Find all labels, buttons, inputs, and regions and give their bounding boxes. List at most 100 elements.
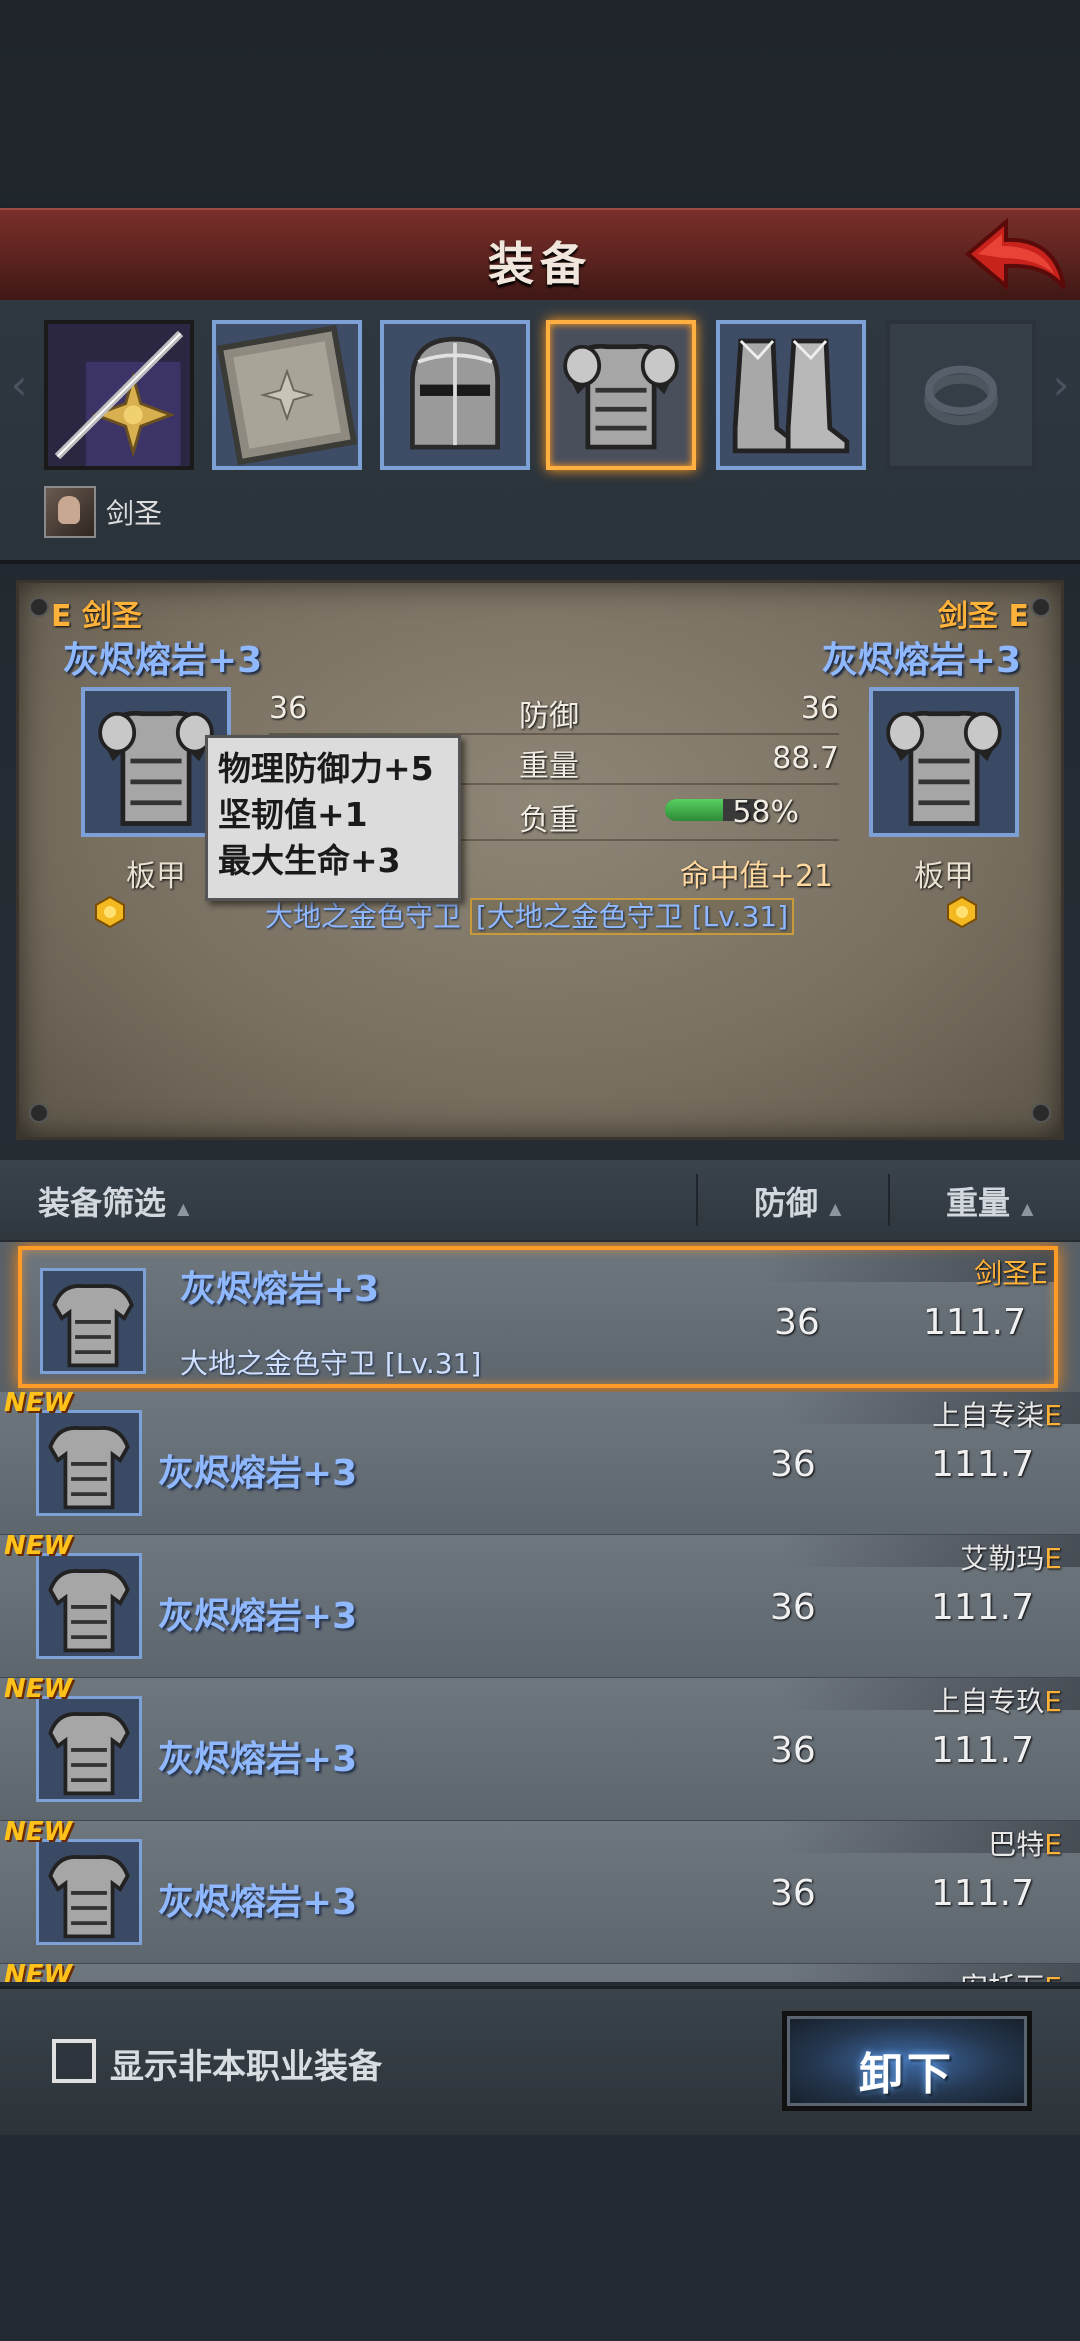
item-owner: 巴特E (988, 1823, 1062, 1863)
filter-button[interactable]: 装备筛选 ▲ (38, 1178, 189, 1224)
list-item[interactable]: 剑圣E 灰烬熔岩+3 大地之金色守卫 [Lv.31] 36 111.7 (18, 1246, 1058, 1388)
helmet-icon (410, 336, 500, 450)
item-name: 灰烬熔岩+3 (158, 1739, 358, 1780)
ring-slot[interactable] (886, 320, 1036, 470)
owner-grade: E (1044, 1971, 1062, 1982)
stat-right-value: 36 (800, 691, 839, 726)
owner-name: 剑圣 (974, 1257, 1031, 1290)
item-thumbnail (36, 1410, 142, 1516)
helmet-slot[interactable] (380, 320, 530, 470)
divider (888, 1174, 890, 1226)
item-defense: 36 (774, 1302, 820, 1343)
set-bonus-line: 大地之金色守卫 [大地之金色守卫 [Lv.31] (265, 895, 795, 935)
item-thumbnail (40, 1268, 146, 1374)
armor-slot[interactable] (546, 320, 696, 470)
plate-armor-icon (48, 1712, 130, 1796)
sort-defense-label: 防御 (754, 1184, 819, 1222)
item-name: 灰烬熔岩+3 (158, 1596, 358, 1637)
owner-name: 安托万 (960, 1971, 1044, 1982)
owner-grade: E (1044, 1685, 1062, 1718)
list-item[interactable]: 安托万E NEW (0, 1960, 1080, 1982)
class-name: 剑圣 (938, 599, 999, 634)
right-item-type: 板甲 (914, 859, 974, 894)
new-badge: NEW (4, 1674, 73, 1704)
new-badge: NEW (4, 1531, 73, 1561)
new-badge: NEW (4, 1388, 73, 1418)
rivet (1031, 597, 1051, 617)
list-item[interactable]: 巴特E NEW 灰烬熔岩+3 36 111.7 (0, 1817, 1080, 1965)
unequip-button[interactable]: 卸下 (782, 2011, 1032, 2111)
right-item-icon-box[interactable] (869, 687, 1019, 837)
back-button[interactable] (960, 214, 1070, 302)
item-thumbnail (36, 1553, 142, 1659)
item-name: 灰烬熔岩+3 (158, 1453, 358, 1494)
owner-grade: E (1030, 1257, 1048, 1290)
set-name: 大地之金色守卫 (265, 900, 462, 933)
item-thumbnail (36, 1839, 142, 1945)
owner-name: 艾勒玛 (960, 1542, 1045, 1575)
new-badge: NEW (4, 1817, 73, 1847)
owner-name: 上自专柒 (932, 1399, 1045, 1432)
plate-armor-icon (52, 1284, 134, 1368)
item-owner: 安托万E (960, 1966, 1062, 1982)
rivet (1031, 1103, 1051, 1123)
left-item-name: 灰烬熔岩+3 (63, 640, 263, 681)
right-class-label: 剑圣 E (938, 591, 1029, 635)
rivet (29, 1103, 49, 1123)
list-header: 装备筛选 ▲ 防御 ▲ 重量 ▲ (0, 1160, 1080, 1240)
stat-left-value: 36 (269, 691, 308, 726)
stat-label: 防御 (519, 699, 579, 734)
hit-bonus-text: 命中值+21 (679, 859, 833, 894)
owner-grade: E (1044, 1828, 1062, 1861)
list-item[interactable]: 上自专柒E NEW 灰烬熔岩+3 36 111.7 (0, 1388, 1080, 1536)
item-weight: 111.7 (930, 1873, 1034, 1914)
plate-armor-icon (886, 710, 1002, 826)
sort-weight-label: 重量 (946, 1184, 1011, 1222)
tooltip-line: 坚韧值+1 (218, 795, 368, 834)
list-item[interactable]: 上自专玖E NEW 灰烬熔岩+3 36 111.7 (0, 1674, 1080, 1822)
scroll-right-icon[interactable]: › (1046, 360, 1076, 440)
show-other-class-checkbox[interactable] (52, 2039, 96, 2083)
gold-gem-icon (95, 895, 125, 929)
weapon-slot[interactable] (44, 320, 194, 470)
item-set-name: 大地之金色守卫 [Lv.31] (180, 1347, 482, 1380)
page-title: 装备 (488, 237, 592, 291)
new-badge: NEW (4, 1960, 73, 1982)
stat-label: 负重 (519, 803, 579, 838)
stat-tooltip: 物理防御力+5 坚韧值+1 最大生命+3 (205, 735, 461, 901)
sort-triangle-icon: ▲ (829, 1199, 842, 1218)
sort-weight-button[interactable]: 重量 ▲ (946, 1178, 1033, 1224)
tooltip-line: 物理防御力+5 (218, 749, 434, 788)
equipment-slot-strip: ‹ › 剑圣 (0, 300, 1080, 822)
list-item[interactable]: 艾勒玛E NEW 灰烬熔岩+3 36 111.7 (0, 1531, 1080, 1679)
class-name: 剑圣 (81, 599, 142, 634)
avatar (44, 486, 96, 538)
divider (696, 1174, 698, 1226)
plate-armor-icon (48, 1855, 130, 1939)
item-defense: 36 (770, 1730, 816, 1771)
stat-row-defense: 36 防御 36 (269, 687, 839, 734)
sword-banner-icon (48, 324, 190, 466)
character-name: 剑圣 (106, 497, 163, 530)
plate-armor-icon (48, 1569, 130, 1653)
scroll-left-icon[interactable]: ‹ (4, 360, 34, 440)
boots-slot[interactable] (716, 320, 866, 470)
item-owner: 上自专玖E (932, 1680, 1062, 1720)
character-chip[interactable]: 剑圣 (44, 486, 162, 538)
equipment-list[interactable]: 剑圣E 灰烬熔岩+3 大地之金色守卫 [Lv.31] 36 111.7 上自专柒… (0, 1242, 1080, 1982)
item-weight: 111.7 (930, 1587, 1034, 1628)
item-weight: 111.7 (922, 1302, 1026, 1343)
item-weight: 111.7 (930, 1730, 1034, 1771)
item-thumbnail (36, 1696, 142, 1802)
sort-triangle-icon: ▲ (177, 1199, 190, 1218)
item-owner: 艾勒玛E (960, 1537, 1062, 1577)
sort-triangle-icon: ▲ (1021, 1199, 1034, 1218)
shield-icon (216, 324, 358, 466)
filter-label: 装备筛选 (38, 1184, 167, 1222)
shield-slot[interactable] (212, 320, 362, 470)
header-bar: 装备 (0, 208, 1080, 305)
item-owner: 上自专柒E (932, 1394, 1062, 1434)
item-defense: 36 (770, 1873, 816, 1914)
owner-name: 巴特 (988, 1828, 1045, 1861)
sort-defense-button[interactable]: 防御 ▲ (754, 1178, 841, 1224)
